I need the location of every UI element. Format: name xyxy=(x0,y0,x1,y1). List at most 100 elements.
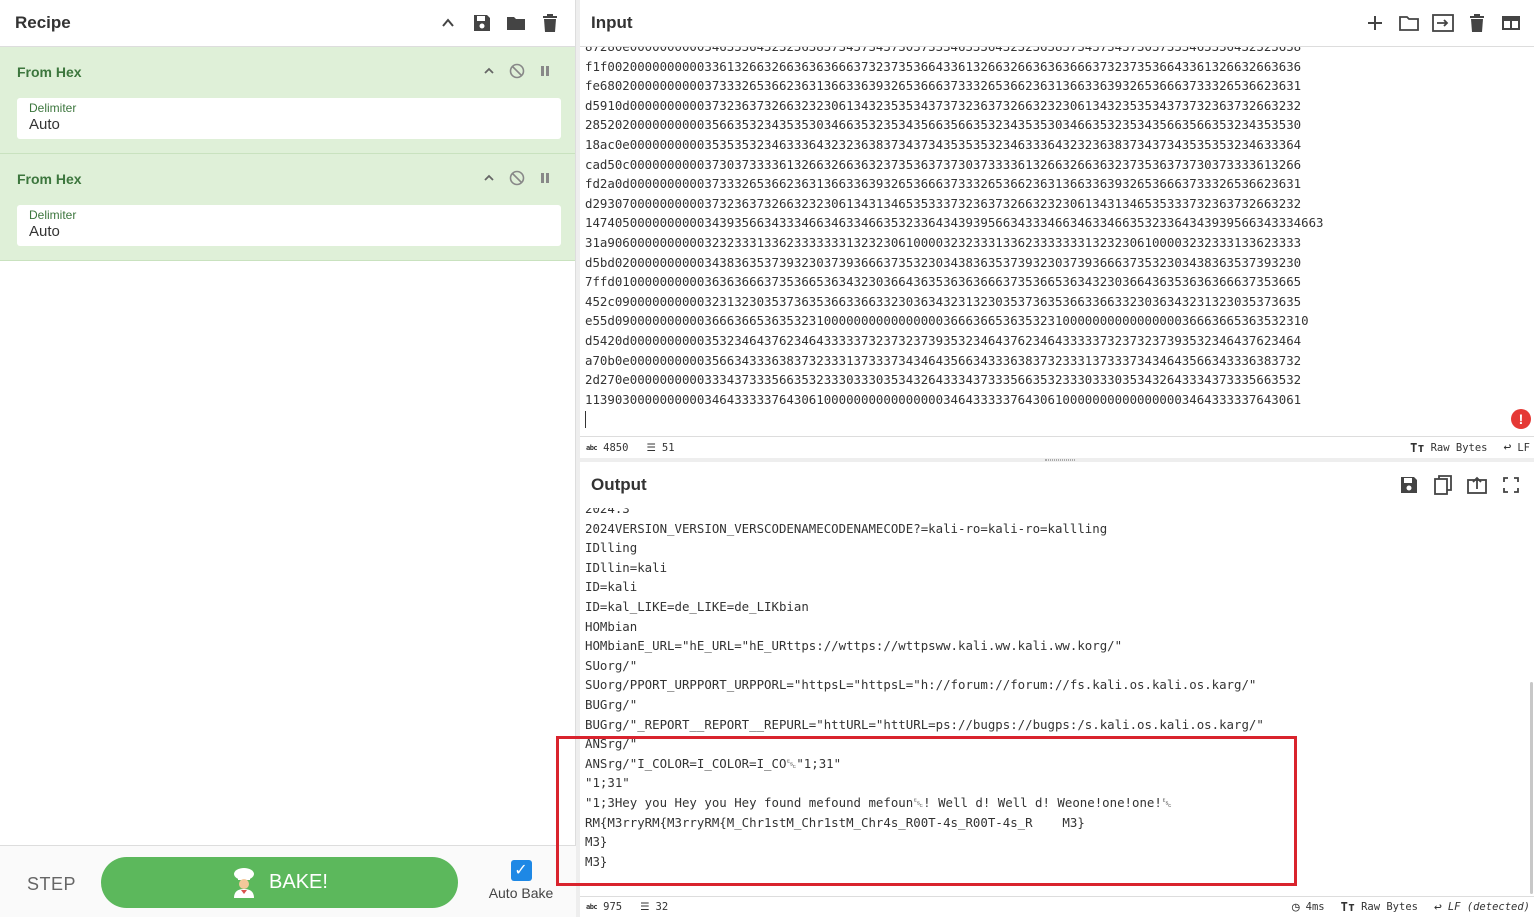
save-output-icon[interactable] xyxy=(1392,468,1426,502)
output-line: BUGrg/"_REPORT__REPORT__REPURL="httURL="… xyxy=(585,716,1264,732)
operation-title: From Hex xyxy=(17,64,82,80)
input-line: 31a9060000000000323233313362333333313232… xyxy=(585,234,1302,250)
delimiter-value[interactable]: Auto xyxy=(29,223,549,240)
delimiter-field[interactable]: Delimiter Auto xyxy=(17,205,561,246)
return-icon: ↩ xyxy=(1503,440,1512,455)
checkbox-checked-icon[interactable]: ✓ xyxy=(510,860,532,881)
input-line: e55d090000000000366636653635323100000000… xyxy=(585,313,1309,329)
chevron-up-icon[interactable] xyxy=(479,61,499,81)
clock-icon: ◷ xyxy=(1291,899,1300,915)
input-line: f1f0020000000000336132663266363636663732… xyxy=(585,58,1302,74)
delimiter-value[interactable]: Auto xyxy=(29,116,549,133)
input-line: d5bd020000000000343836353739323037393666… xyxy=(585,254,1302,270)
output-line: SUorg/PPORT_URPPORT_URPPORL="httpsL="htt… xyxy=(585,677,1257,693)
replace-input-icon[interactable] xyxy=(1460,468,1494,502)
copy-icon[interactable] xyxy=(1426,468,1460,502)
layout-icon[interactable] xyxy=(1494,6,1528,40)
input-to-file-icon[interactable] xyxy=(1426,6,1460,40)
input-line: 1474050000000000343935663433346634633466… xyxy=(585,215,1324,231)
output-line: RM{M3rryRM{M3rryRM{M_Chr1stM_Chr1stM_Chr… xyxy=(585,814,1085,830)
output-line: "1;31" xyxy=(585,775,630,791)
input-line: 1139030000000000346433333764306100000000… xyxy=(585,391,1302,407)
input-text[interactable]: 87280e0000000000346333643232363837343734… xyxy=(580,47,1534,409)
output-line-count: ☰ 32 xyxy=(640,901,669,913)
add-icon[interactable] xyxy=(1358,6,1392,40)
pause-icon[interactable] xyxy=(535,168,555,188)
output-line: "1;3Hey you Hey you Hey found mefound me… xyxy=(585,794,1172,810)
length-icon: abc xyxy=(586,443,598,452)
input-eol[interactable]: ↩ LF xyxy=(1504,440,1530,455)
input-line: 2852020000000000356635323435353034663532… xyxy=(585,117,1302,133)
operation-from-hex-1[interactable]: From Hex Delimiter Auto xyxy=(0,47,575,154)
input-line: 18ac0e0000000000353535323463336432323638… xyxy=(585,136,1302,152)
bake-bar: STEP BAKE! ✓ Auto Bake xyxy=(0,845,576,917)
output-line: ID=kali xyxy=(585,579,638,595)
output-line: M3} xyxy=(585,853,608,869)
text-format-icon: Tт xyxy=(1340,900,1356,914)
input-title: Input xyxy=(591,13,633,32)
operation-title: From Hex xyxy=(17,171,82,187)
input-pane: Input xyxy=(580,0,1534,47)
trash-icon[interactable] xyxy=(1460,6,1494,40)
folder-icon[interactable] xyxy=(499,6,533,40)
open-folder-icon[interactable] xyxy=(1392,6,1426,40)
input-line: 452c090000000000323132303537363536633663… xyxy=(585,293,1302,309)
input-line: fe68020000000000373332653662363136633639… xyxy=(585,78,1302,94)
recipe-header: Recipe xyxy=(0,0,575,47)
output-line: 2024VERSION_VERSION_VERSCODENAMECODENAME… xyxy=(585,520,1108,536)
input-line: d293070000000000373236373266323230613431… xyxy=(585,195,1302,211)
auto-bake-label: Auto Bake xyxy=(488,885,554,901)
bake-label: BAKE! xyxy=(269,871,328,893)
output-line: SUorg/" xyxy=(585,657,638,673)
input-line: 2d270e0000000000333437333566353233303330… xyxy=(585,372,1302,388)
output-line: M3} xyxy=(585,834,608,850)
output-title: Output xyxy=(591,475,647,494)
text-caret xyxy=(585,411,586,429)
output-text-area[interactable]: 2024.3 2024VERSION_VERSION_VERSCODENAMECO… xyxy=(580,508,1534,897)
disable-icon[interactable] xyxy=(507,168,527,188)
input-line: d5910d0000000000373236373266323230613432… xyxy=(585,97,1302,113)
recipe-pane: Recipe From Hex Delimiter Auto From Hex … xyxy=(0,0,576,917)
lines-icon: ☰ xyxy=(646,441,656,454)
disable-icon[interactable] xyxy=(507,61,527,81)
output-line: ID=kal_LIKE=de_LIKE=de_LIKbian xyxy=(585,598,809,614)
trash-icon[interactable] xyxy=(533,6,567,40)
output-line: HOMbianE_URL="hE_URL="hE_URttps://wttps:… xyxy=(585,638,1123,654)
error-icon[interactable]: ! xyxy=(1511,409,1531,429)
fullscreen-icon[interactable] xyxy=(1494,468,1528,502)
output-encoding[interactable]: Tт Raw Bytes xyxy=(1341,900,1418,914)
bake-time: ◷ 4ms xyxy=(1291,899,1325,915)
save-recipe-icon[interactable] xyxy=(465,6,499,40)
delimiter-label: Delimiter xyxy=(29,101,77,115)
length-icon: abc xyxy=(586,903,598,911)
output-line: ANSrg/" xyxy=(585,736,638,752)
step-button[interactable]: STEP xyxy=(27,874,76,895)
chevron-up-icon[interactable] xyxy=(431,6,465,40)
output-scrollbar[interactable] xyxy=(1530,682,1533,894)
output-line: IDlling xyxy=(585,540,638,556)
lines-icon: ☰ xyxy=(640,901,650,913)
output-header: Output xyxy=(580,462,1534,508)
input-length: abc 4850 xyxy=(586,441,629,454)
output-text[interactable]: 2024.3 2024VERSION_VERSION_VERSCODENAMECO… xyxy=(580,508,1534,871)
auto-bake-toggle[interactable]: ✓ Auto Bake xyxy=(486,860,556,901)
input-line: 87280e0000000000346333643232363837343734… xyxy=(585,47,1534,57)
chef-icon xyxy=(231,867,257,898)
input-line-count: ☰ 51 xyxy=(646,441,675,454)
chevron-up-icon[interactable] xyxy=(479,168,499,188)
input-encoding[interactable]: Tт Raw Bytes xyxy=(1410,441,1487,455)
input-line: a70b0e0000000000356634333638373233313733… xyxy=(585,352,1302,368)
pause-icon[interactable] xyxy=(535,61,555,81)
delimiter-field[interactable]: Delimiter Auto xyxy=(17,98,561,139)
delimiter-label: Delimiter xyxy=(29,208,77,222)
operation-from-hex-2[interactable]: From Hex Delimiter Auto xyxy=(0,154,575,261)
bake-button[interactable]: BAKE! xyxy=(101,857,458,908)
text-format-icon: Tт xyxy=(1410,440,1425,455)
input-text-area[interactable]: 87280e0000000000346333643232363837343734… xyxy=(580,47,1534,436)
return-icon: ↩ xyxy=(1433,899,1442,915)
output-status-bar: abc 975 ☰ 32 ◷ 4ms Tт Raw Bytes ↩ LF (detecte… xyxy=(580,896,1534,917)
input-line: d5420d0000000000353234643762346433333732… xyxy=(585,332,1302,348)
output-line: BUGrg/" xyxy=(585,696,638,712)
input-line: 7ffd010000000000363636663735366536343230… xyxy=(585,274,1302,290)
output-eol[interactable]: ↩ LF (detected) xyxy=(1434,900,1530,915)
